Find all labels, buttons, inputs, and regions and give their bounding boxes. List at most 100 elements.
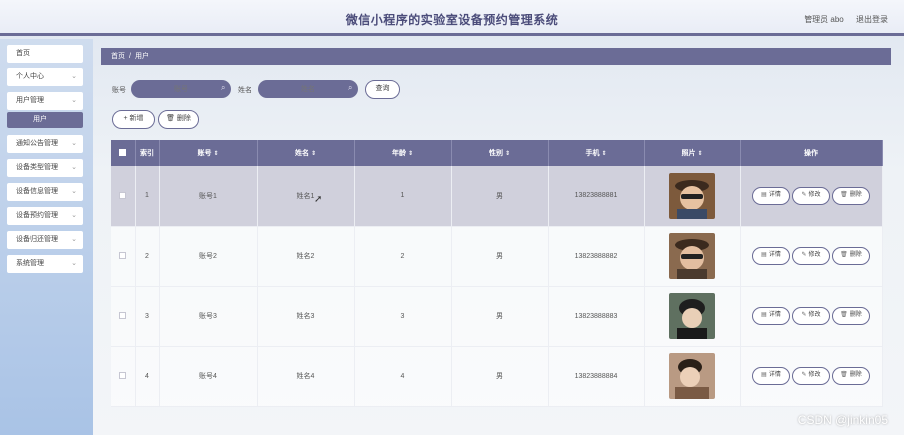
delete-button-label: 删除	[176, 115, 191, 122]
delete-button[interactable]: 🗑 删除	[832, 186, 870, 205]
delete-button[interactable]: 🗑 删除	[832, 307, 870, 325]
detail-label: 详情	[768, 252, 781, 258]
chevron-down-icon: ⌄	[71, 140, 77, 147]
select-all-cell[interactable]	[111, 140, 136, 166]
row-checkbox[interactable]	[119, 252, 127, 260]
cell-gender: 男	[451, 346, 549, 407]
detail-button[interactable]: ▤ 详情	[752, 247, 790, 265]
sidebar-item-device-return-management[interactable]: 设备归还管理 ⌄	[7, 231, 83, 249]
row-checkbox[interactable]	[119, 372, 127, 380]
breadcrumb: 首页 / 用户	[101, 48, 891, 65]
header-name[interactable]: 姓名 ⇕	[257, 140, 355, 166]
cell-photo	[644, 226, 741, 287]
row-checkbox[interactable]	[119, 312, 127, 320]
sort-icon[interactable]: ⇕	[213, 151, 218, 157]
name-search-input[interactable]	[258, 80, 358, 98]
row-checkbox-cell[interactable]	[111, 166, 136, 227]
delete-button[interactable]: 🗑 删除	[832, 247, 870, 265]
sidebar-item-user-management[interactable]: 用户管理 ⌄	[7, 92, 83, 110]
logout-link[interactable]: 退出登录	[856, 15, 888, 24]
sort-icon[interactable]: ⇕	[697, 151, 702, 157]
sidebar-item-system-management[interactable]: 系统管理 ⌄	[7, 255, 83, 273]
sidebar-item-device-booking-management[interactable]: 设备预约管理 ⌄	[7, 207, 83, 225]
cell-age: 4	[354, 346, 452, 407]
cell-photo	[644, 346, 741, 407]
sidebar-item-label: 设备信息管理	[16, 188, 58, 195]
header-account[interactable]: 账号 ⇕	[159, 140, 258, 166]
cell-photo	[644, 286, 741, 347]
cell-account: 账号1	[159, 166, 258, 227]
cell-name: 姓名4	[257, 346, 355, 407]
user-table: 索引 账号 ⇕ 姓名 ⇕ 年龄 ⇕ 性别 ⇕ 手机 ⇕ 照片 ⇕ 操作 1 账号1 姓名1 …	[111, 140, 883, 407]
cell-account: 账号4	[159, 346, 258, 407]
row-checkbox-cell[interactable]	[111, 346, 136, 407]
table-row[interactable]: 1 账号1 姓名1 1 男 13823888881 ▤ 详情 ✎ 修改 🗑 删除	[111, 166, 883, 227]
cell-actions: ▤ 详情 ✎ 修改 🗑 删除	[740, 166, 883, 227]
detail-button[interactable]: ▤ 详情	[752, 367, 790, 385]
trash-icon: 🗑	[166, 115, 177, 122]
user-photo[interactable]	[669, 172, 715, 219]
table-row[interactable]: 3 账号3 姓名3 3 男 13823888883 ▤ 详情 ✎ 修改 🗑 删除	[111, 286, 883, 347]
name-label: 姓名	[238, 87, 252, 94]
detail-button[interactable]: ▤ 详情	[752, 307, 790, 325]
sidebar-item-label: 个人中心	[16, 73, 44, 80]
edit-button[interactable]: ✎ 修改	[792, 307, 830, 325]
cell-account: 账号3	[159, 286, 258, 347]
cell-actions: ▤ 详情 ✎ 修改 🗑 删除	[740, 346, 883, 407]
sidebar-item-device-info-management[interactable]: 设备信息管理 ⌄	[7, 183, 83, 201]
user-photo[interactable]	[669, 233, 715, 279]
table-row[interactable]: 2 账号2 姓名2 2 男 13823888882 ▤ 详情 ✎ 修改 🗑 删除	[111, 226, 883, 287]
add-button[interactable]: + 新增	[112, 110, 155, 129]
row-checkbox-cell[interactable]	[111, 286, 136, 347]
breadcrumb-current: 用户	[134, 53, 149, 60]
sidebar-item-home[interactable]: 首页	[7, 45, 83, 63]
delete-label: 删除	[849, 312, 862, 318]
sort-icon[interactable]: ⇕	[505, 151, 510, 157]
cell-actions: ▤ 详情 ✎ 修改 🗑 删除	[740, 286, 883, 347]
cell-index: 2	[135, 226, 160, 287]
edit-button[interactable]: ✎ 修改	[792, 247, 830, 265]
mouse-cursor-icon: ➚	[314, 194, 323, 205]
detail-button[interactable]: ▤ 详情	[752, 186, 790, 205]
header-gender[interactable]: 性别 ⇕	[451, 140, 549, 166]
table-header-row: 索引 账号 ⇕ 姓名 ⇕ 年龄 ⇕ 性别 ⇕ 手机 ⇕ 照片 ⇕ 操作	[111, 140, 883, 166]
header-label: 姓名	[294, 150, 309, 157]
header-phone[interactable]: 手机 ⇕	[548, 140, 645, 166]
sort-icon[interactable]: ⇕	[311, 151, 316, 157]
account-search-input[interactable]	[131, 80, 231, 98]
select-all-checkbox[interactable]	[119, 149, 127, 157]
document-icon: ▤	[761, 312, 767, 318]
sidebar-item-personal-center[interactable]: 个人中心 ⌄	[7, 68, 83, 86]
query-button[interactable]: 查询	[365, 80, 400, 99]
detail-label: 详情	[768, 191, 781, 198]
sidebar-item-label: 系统管理	[16, 260, 44, 267]
sidebar-item-notice-management[interactable]: 通知公告管理 ⌄	[7, 135, 83, 153]
edit-button[interactable]: ✎ 修改	[792, 186, 830, 205]
delete-label: 删除	[849, 191, 862, 198]
cell-gender: 男	[451, 286, 549, 347]
pencil-icon: ✎	[801, 252, 807, 258]
edit-label: 修改	[808, 191, 821, 198]
sidebar-item-device-type-management[interactable]: 设备类型管理 ⌄	[7, 159, 83, 177]
user-photo[interactable]	[669, 293, 715, 339]
batch-delete-button[interactable]: 🗑 删除	[158, 110, 199, 129]
table-row[interactable]: 4 账号4 姓名4 4 男 13823888884 ▤ 详情 ✎ 修改 🗑 删除	[111, 346, 883, 407]
sidebar-subitem-users[interactable]: 用户	[7, 112, 83, 128]
breadcrumb-home[interactable]: 首页	[111, 53, 125, 60]
sidebar-item-label: 首页	[16, 50, 30, 57]
edit-button[interactable]: ✎ 修改	[792, 367, 830, 385]
header-label: 性别	[488, 150, 503, 157]
trash-icon: 🗑	[840, 252, 848, 258]
user-photo[interactable]	[669, 353, 715, 399]
cell-account: 账号2	[159, 226, 258, 287]
cell-phone: 13823888883	[548, 286, 645, 347]
row-checkbox-cell[interactable]	[111, 226, 136, 287]
sort-icon[interactable]: ⇕	[601, 151, 606, 157]
header-photo[interactable]: 照片 ⇕	[644, 140, 741, 166]
account-label: 账号	[112, 87, 126, 94]
header-age[interactable]: 年龄 ⇕	[354, 140, 452, 166]
delete-button[interactable]: 🗑 删除	[832, 367, 870, 385]
header-label: 年龄	[391, 150, 406, 157]
row-checkbox[interactable]	[119, 192, 127, 200]
sort-icon[interactable]: ⇕	[408, 151, 413, 157]
